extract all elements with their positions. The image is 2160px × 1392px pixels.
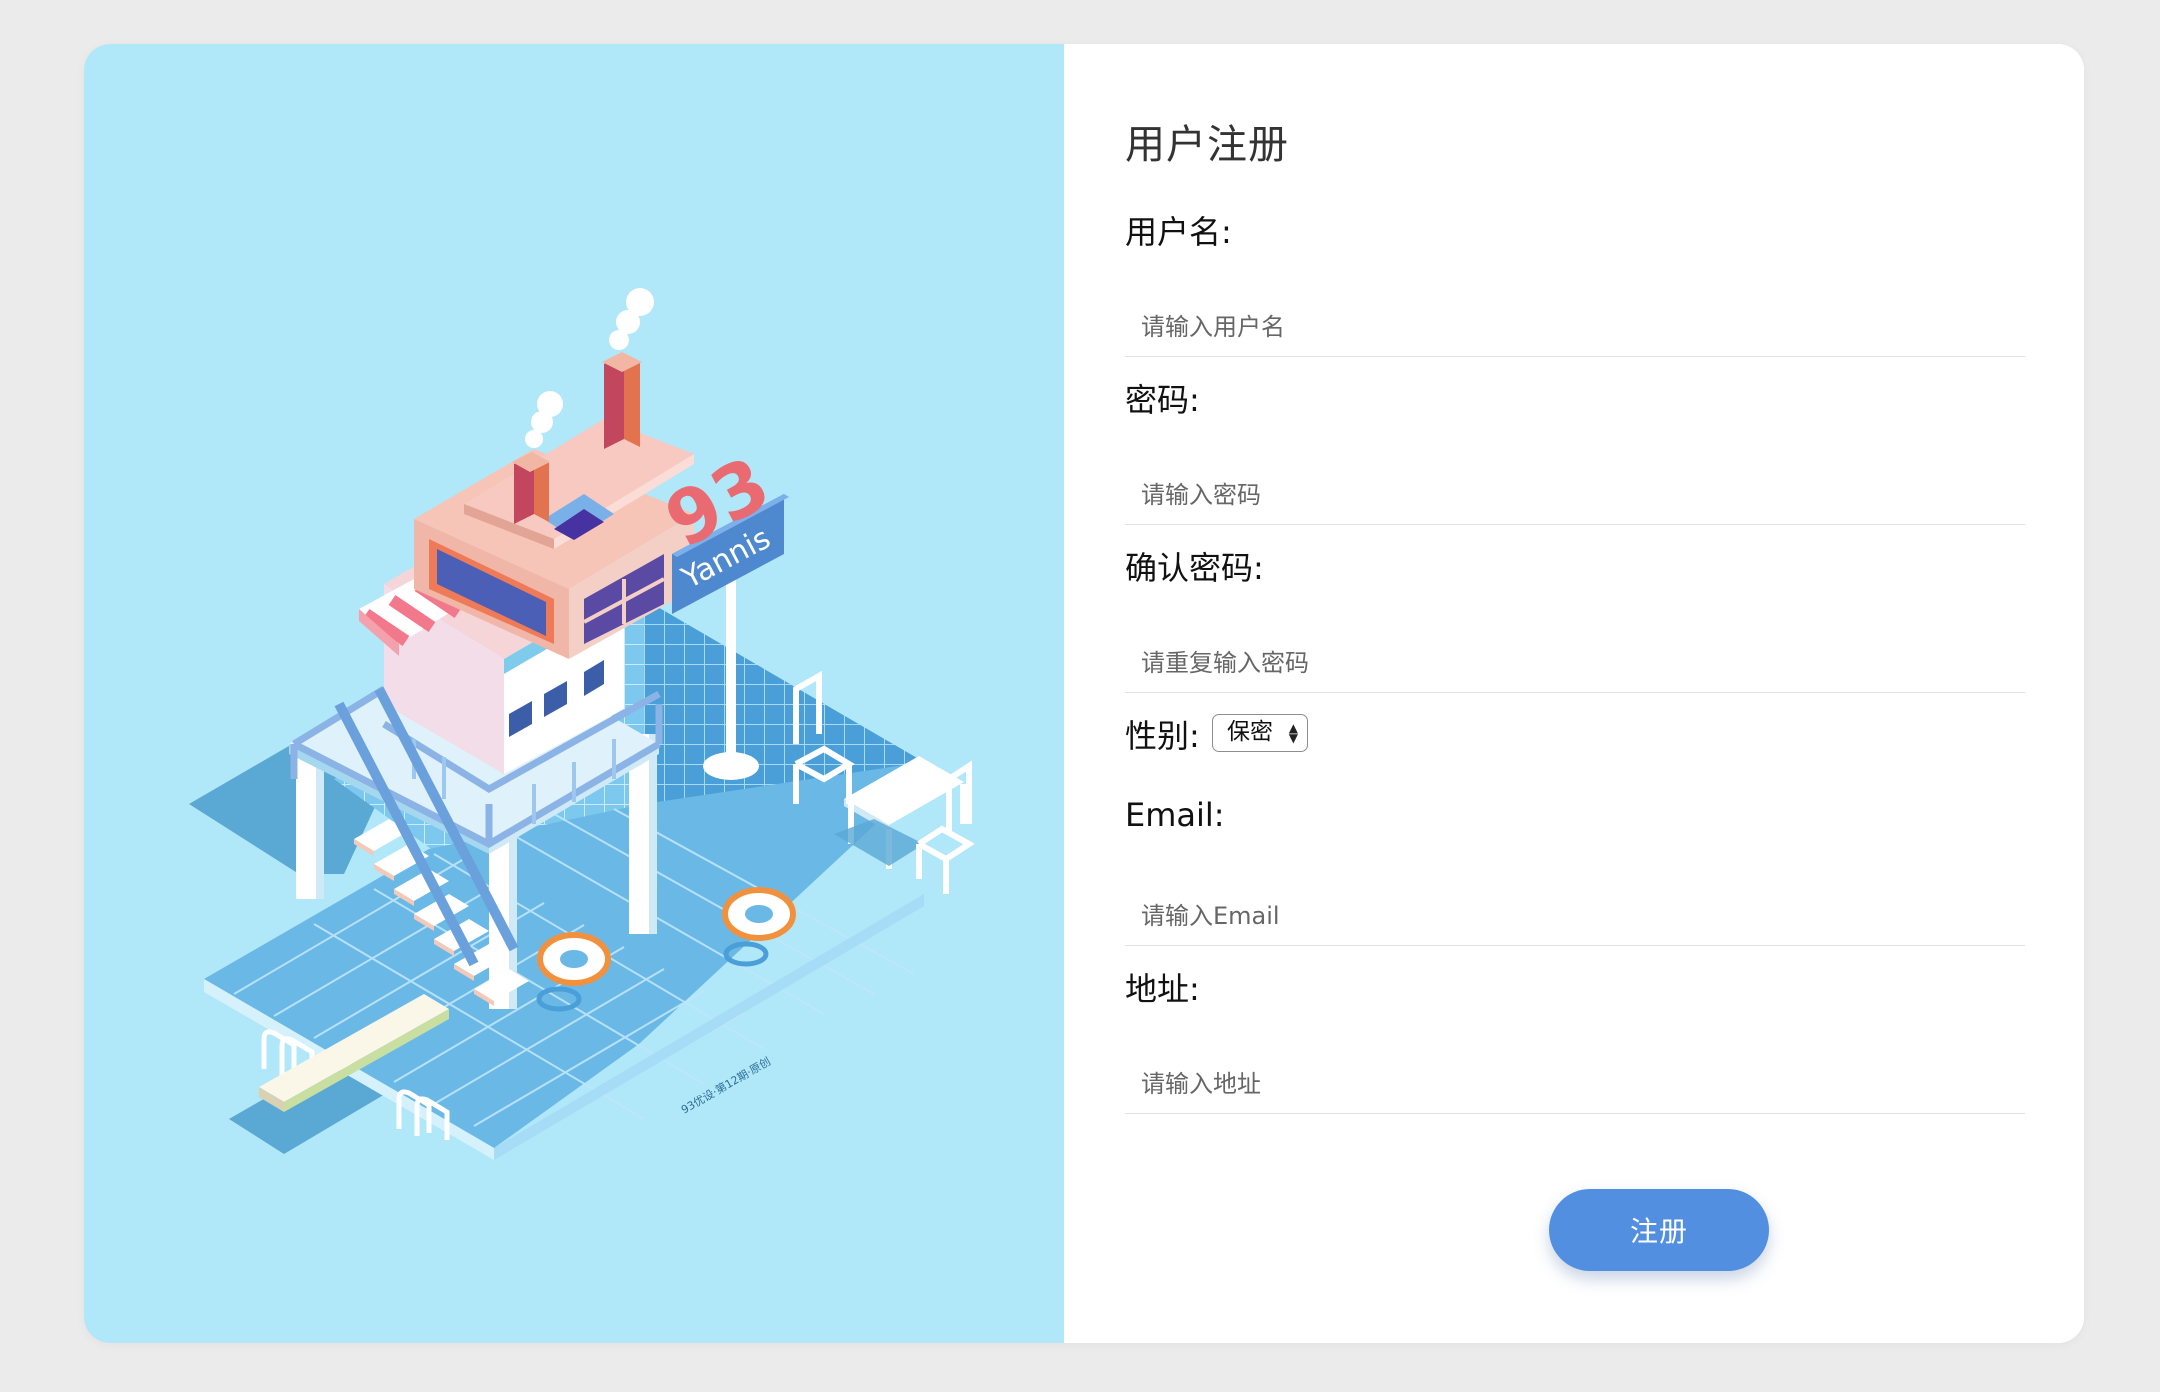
gender-select[interactable]: 保密 ▲ ▼ [1212,714,1308,752]
illustration-panel: 93优设·第12期·原创 Yannis 93 [84,44,1064,1343]
username-label: 用户名: [1125,213,1232,251]
address-label: 地址: [1125,970,1200,1008]
address-input[interactable] [1125,1054,2025,1114]
select-arrows-icon: ▲ ▼ [1288,721,1298,745]
confirm-password-label: 确认密码: [1125,549,1264,587]
register-card: 93优设·第12期·原创 Yannis 93 用户注册 用户名: 请输入用户名 … [84,44,2084,1343]
isometric-pool-house-illustration: 93优设·第12期·原创 Yannis 93 [189,288,975,1160]
confirm-password-input[interactable] [1125,633,2025,693]
register-button[interactable]: 注册 [1549,1189,1769,1271]
password-label: 密码: [1125,381,1200,419]
gender-selected-value: 保密 [1227,719,1273,745]
form-title: 用户注册 [1125,122,1289,168]
username-input[interactable] [1125,297,2025,357]
email-input[interactable] [1125,886,2025,946]
gender-label: 性别: [1125,717,1200,755]
register-form: 用户注册 用户名: 密码: 确认密码: 性别: 保密 ▲▼ Email: 地址:… [1064,44,2084,1343]
password-input[interactable] [1125,465,2025,525]
email-label: Email: [1125,796,1225,834]
